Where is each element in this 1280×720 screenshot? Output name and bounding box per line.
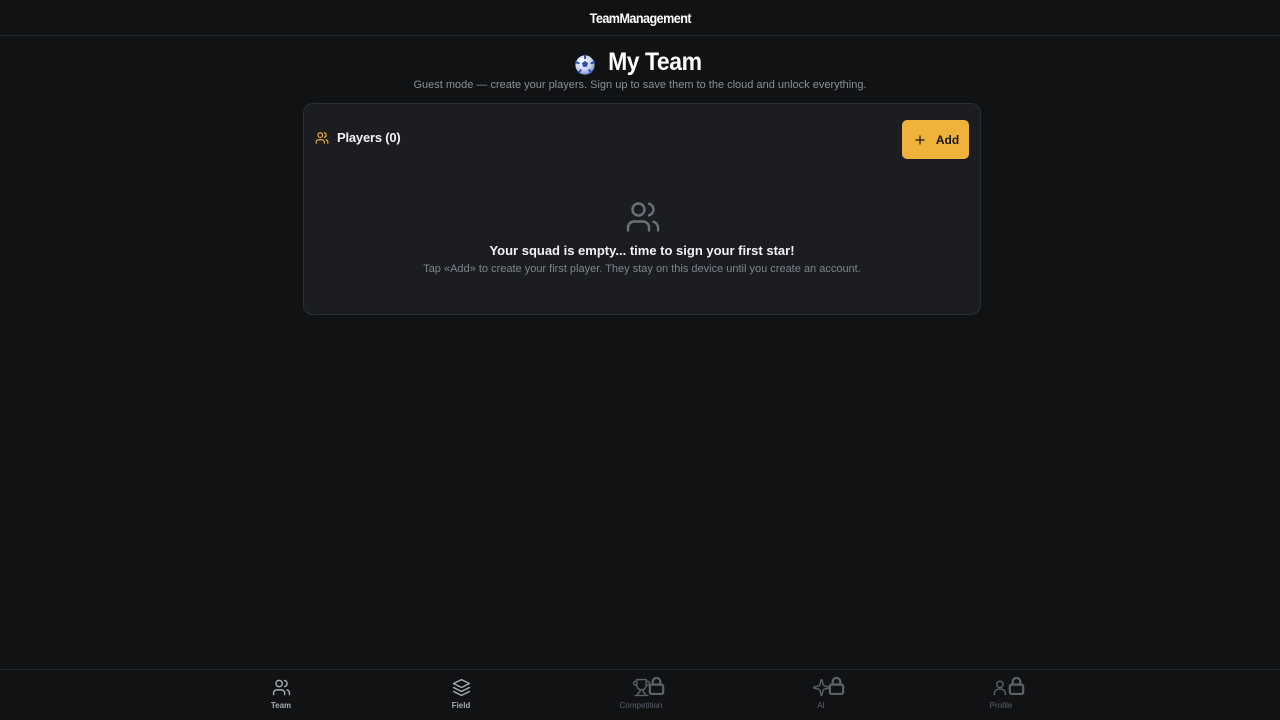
page-subtitle: Guest mode — create your players. Sign u… [413, 79, 867, 91]
add-player-button[interactable]: Add [902, 120, 969, 159]
nav-item-field[interactable]: Field [421, 678, 501, 710]
nav-item-team[interactable]: Team [241, 678, 321, 710]
add-button-label: Add [935, 132, 960, 147]
page-title-row: My Team [0, 48, 1280, 77]
empty-state-title: Your squad is empty... time to sign your… [489, 243, 795, 258]
players-count-label: Players (0) [337, 130, 401, 145]
nav-label: AI [817, 701, 825, 710]
lock-icon [828, 676, 845, 695]
nav-label: Competition [619, 701, 663, 710]
users-icon [315, 131, 329, 144]
lock-icon [648, 676, 665, 695]
nav-item-profile[interactable]: Profile [961, 676, 1041, 710]
lock-icon [1008, 676, 1025, 695]
brand-title: TeamManagement [589, 9, 691, 26]
nav-label: Profile [989, 701, 1013, 710]
nav-label: Team [270, 701, 292, 710]
empty-users-icon [626, 202, 660, 232]
plus-icon [915, 134, 925, 145]
empty-state-description: Tap «Add» to create your first player. T… [423, 263, 861, 275]
top-bar: TeamManagement [0, 0, 1280, 36]
players-card: Players (0) Add Your squad is empty... t… [303, 103, 981, 315]
bottom-nav: Team Field Competition AI Profile [0, 669, 1280, 720]
users-icon [272, 679, 290, 696]
nav-label: Field [451, 701, 471, 710]
page-title: My Team [608, 48, 702, 76]
nav-item-ai[interactable]: AI [781, 676, 861, 710]
soccer-ball-icon [574, 53, 596, 76]
layers-icon [452, 678, 470, 697]
nav-item-competition[interactable]: Competition [601, 676, 681, 710]
players-header: Players (0) [315, 130, 401, 145]
